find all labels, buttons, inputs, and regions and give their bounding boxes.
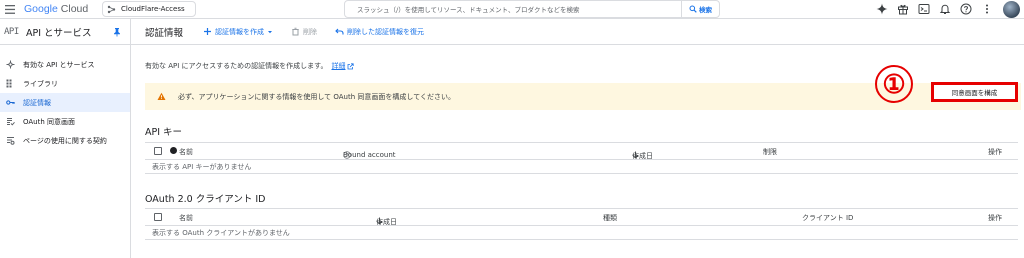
- help-icon[interactable]: [960, 3, 972, 15]
- notifications-icon[interactable]: [939, 3, 951, 15]
- pin-icon[interactable]: [112, 27, 122, 37]
- services-icon: [6, 60, 15, 69]
- help-circle-icon[interactable]: [343, 151, 351, 159]
- trash-icon: [291, 27, 300, 36]
- configure-consent-screen-button[interactable]: 同意画面を構成: [931, 82, 1018, 102]
- account-avatar[interactable]: [1003, 1, 1020, 18]
- search-bar[interactable]: スラッシュ（/）を使用してリソース、ドキュメント、プロダクトなどを検索 検索: [344, 0, 720, 18]
- top-bar: Google Cloud CloudFlare-Access スラッシュ（/）を…: [0, 0, 1024, 19]
- google-cloud-logo[interactable]: Google Cloud: [24, 3, 88, 15]
- delete-label: 削除: [303, 27, 317, 36]
- arrow-down-icon: [376, 217, 383, 225]
- delete-button[interactable]: 削除: [291, 27, 317, 37]
- details-link-label: 詳細: [331, 62, 346, 70]
- column-name[interactable]: 名前: [179, 147, 193, 157]
- search-button[interactable]: 検索: [681, 1, 719, 17]
- restore-label: 削除した認証情報を復元: [347, 27, 424, 36]
- sidebar-item-label: OAuth 同意画面: [23, 117, 76, 126]
- column-restriction[interactable]: 制限: [763, 147, 777, 157]
- top-actions: [876, 3, 993, 15]
- sidebar-item-label: ライブラリ: [23, 79, 58, 88]
- api-keys-title: API キー: [145, 127, 183, 138]
- column-type[interactable]: 種類: [603, 213, 617, 223]
- menu-icon[interactable]: [4, 4, 16, 15]
- select-all-checkbox[interactable]: [154, 147, 162, 155]
- sidebar-item-credentials[interactable]: 認証情報: [0, 93, 130, 112]
- api-logo: API: [4, 26, 19, 37]
- project-name: CloudFlare-Access: [121, 5, 185, 13]
- sidebar-title: API とサービス: [26, 27, 92, 39]
- warning-icon: [157, 92, 166, 101]
- search-icon: [689, 5, 697, 13]
- api-keys-table: 名前 Bound account 作成日 制限 操作 表示する API キーがあ…: [145, 142, 1018, 174]
- cloud-shell-icon[interactable]: [918, 3, 930, 15]
- sidebar-item-label: 有効な API とサービス: [23, 60, 95, 69]
- warning-message: 必ず、アプリケーションに関する情報を使用して OAuth 同意画面を構成してくだ…: [178, 92, 455, 101]
- project-picker[interactable]: CloudFlare-Access: [102, 1, 196, 17]
- column-actions: 操作: [988, 214, 1002, 222]
- search-button-label: 検索: [699, 6, 712, 14]
- oauth-clients-table-header: 名前 作成日 種類 クライアント ID 操作: [145, 208, 1018, 226]
- api-keys-table-header: 名前 Bound account 作成日 制限 操作: [145, 142, 1018, 160]
- logo-cloud-text: Cloud: [60, 3, 89, 15]
- plus-icon: [203, 27, 212, 36]
- search-input[interactable]: スラッシュ（/）を使用してリソース、ドキュメント、プロダクトなどを検索: [345, 4, 681, 14]
- oauth-icon: [6, 117, 15, 126]
- arrow-down-icon: [632, 151, 639, 159]
- restore-deleted-credentials-button[interactable]: 削除した認証情報を復元: [335, 27, 424, 37]
- sidebar-item-label: ページの使用に関する契約: [23, 136, 107, 145]
- oauth-clients-table: 名前 作成日 種類 クライアント ID 操作 表示する OAuth クライアント…: [145, 208, 1018, 240]
- sidebar-header: API API とサービス: [0, 19, 130, 45]
- column-client-id[interactable]: クライアント ID: [802, 213, 853, 223]
- agreements-icon: [6, 136, 15, 145]
- oauth-clients-title: OAuth 2.0 クライアント ID: [145, 194, 266, 205]
- sidebar-nav: 有効な API とサービス ライブラリ 認証情報 OAuth 同意画面 ページの…: [0, 55, 130, 150]
- oauth-clients-empty-message: 表示する OAuth クライアントがありません: [145, 226, 1018, 240]
- create-credentials-button[interactable]: 認証情報を作成: [203, 27, 273, 37]
- gift-icon[interactable]: [897, 3, 909, 15]
- sidebar-item-oauth-consent[interactable]: OAuth 同意画面: [0, 112, 130, 131]
- caret-down-icon: [267, 29, 273, 35]
- create-credentials-label: 認証情報を作成: [215, 27, 264, 36]
- key-icon: [6, 98, 15, 107]
- page-title: 認証情報: [145, 27, 184, 39]
- annotation-number-badge: ①: [875, 65, 913, 103]
- sidebar-item-enabled-apis[interactable]: 有効な API とサービス: [0, 55, 130, 74]
- column-actions: 操作: [988, 148, 1002, 156]
- description-text: 有効な API にアクセスするための認証情報を作成します。: [145, 62, 328, 70]
- undo-icon: [335, 27, 344, 36]
- page-description: 有効な API にアクセスするための認証情報を作成します。 詳細: [145, 61, 355, 71]
- logo-google-text: Google: [24, 3, 58, 15]
- details-link[interactable]: 詳細: [331, 61, 355, 71]
- status-dot-icon: [170, 147, 177, 154]
- page-toolbar: 認証情報 認証情報を作成 削除 削除した認証情報を復元: [131, 19, 1024, 45]
- gemini-icon[interactable]: [876, 3, 888, 15]
- sidebar-item-page-usage-agreements[interactable]: ページの使用に関する契約: [0, 131, 130, 150]
- project-icon: [107, 5, 116, 14]
- more-vert-icon[interactable]: [981, 3, 993, 15]
- select-all-checkbox[interactable]: [154, 213, 162, 221]
- sidebar-item-library[interactable]: ライブラリ: [0, 74, 130, 93]
- library-icon: [6, 79, 15, 88]
- column-name[interactable]: 名前: [179, 213, 193, 223]
- api-keys-empty-message: 表示する API キーがありません: [145, 160, 1018, 174]
- sidebar: API API とサービス 有効な API とサービス ライブラリ 認証情報 O…: [0, 19, 131, 258]
- sidebar-item-label: 認証情報: [23, 98, 51, 107]
- external-link-icon: [347, 62, 355, 70]
